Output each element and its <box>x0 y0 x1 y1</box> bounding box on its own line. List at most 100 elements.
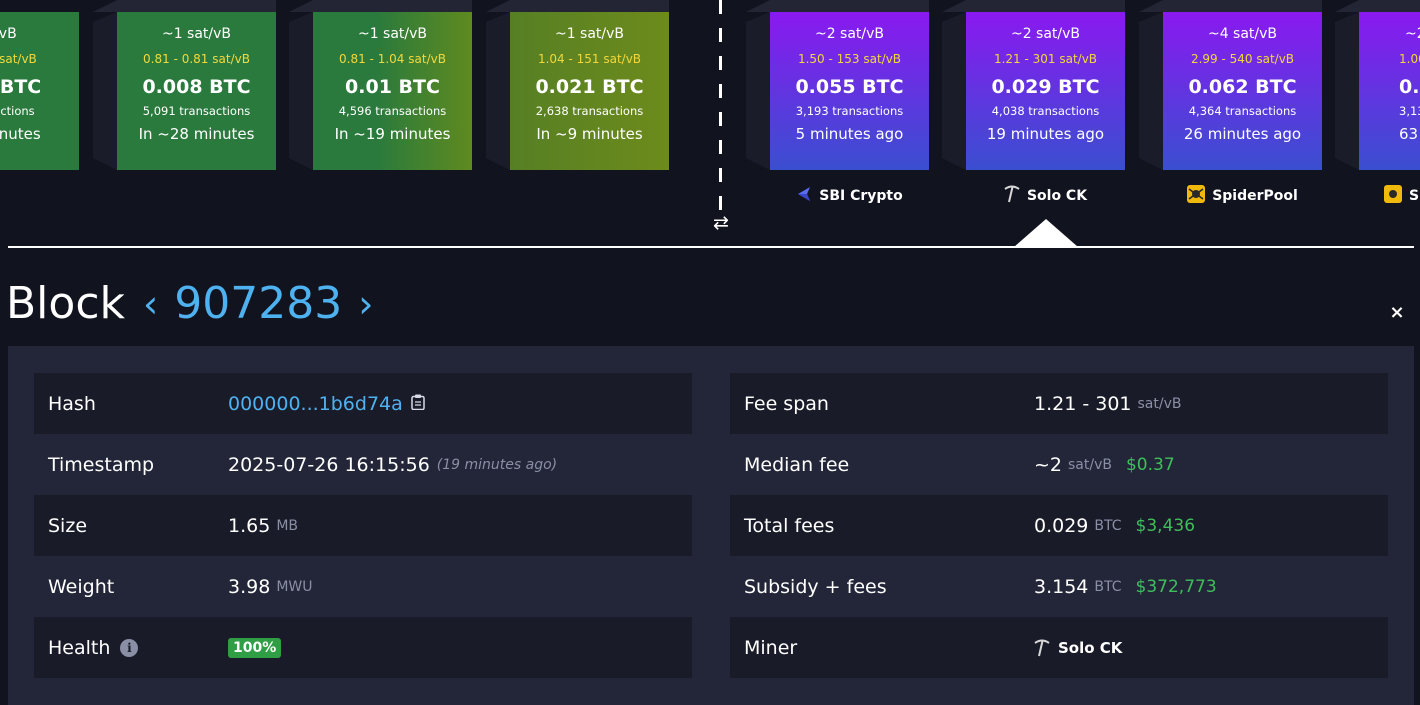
sbi-crypto-icon <box>796 186 812 206</box>
block-hash-link[interactable]: 000000...1b6d74a <box>228 393 403 415</box>
mining-pool-sbi-crypto[interactable]: SBI Crypto <box>770 185 929 207</box>
block-total-size: 0.0 <box>1399 76 1420 98</box>
total-fees-value: 0.029 <box>1034 514 1089 537</box>
block-total-size: 0.021 BTC <box>535 76 644 98</box>
mempool-divider <box>719 0 722 210</box>
block-face: ~1 sat/vB 0.81 - 1.04 sat/vB 0.01 BTC 4,… <box>313 12 472 170</box>
weight-unit: MWU <box>276 578 313 595</box>
mining-pool-solo-ck[interactable]: Solo CK <box>966 185 1125 207</box>
block-age: 63 mi <box>1399 125 1420 143</box>
block-median-fee: ~2 sat/vB <box>1010 26 1081 42</box>
detail-row-hash: Hash 000000...1b6d74a <box>34 373 692 434</box>
close-icon[interactable]: × <box>1386 302 1408 323</box>
detail-label: Hash <box>48 392 96 415</box>
block-face: ~2 sat/vB 1.50 - 153 sat/vB 0.055 BTC 3,… <box>770 12 929 170</box>
detail-value: 3.154 BTC $372,773 <box>1034 576 1217 598</box>
next-block-icon[interactable]: › <box>358 276 373 332</box>
page-title-word: Block <box>6 278 126 329</box>
miner-name[interactable]: Solo CK <box>1058 639 1122 657</box>
mined-block-selected[interactable]: ~2 sat/vB 1.21 - 301 sat/vB 0.029 BTC 4,… <box>942 0 1125 170</box>
block-eta: In ~19 minutes <box>334 125 451 143</box>
weight-value: 3.98 <box>228 575 271 598</box>
pool-name: SBI Crypto <box>819 188 903 204</box>
pickaxe-icon <box>1004 185 1020 207</box>
block-face: ~2 1.00 - 0.0 3,139 63 mi <box>1359 12 1420 170</box>
block-tx-count: 3,139 <box>1399 104 1420 118</box>
detail-value: 1.65 MB <box>228 515 298 537</box>
swap-direction-icon[interactable]: ⇄ <box>709 212 733 234</box>
detail-label: Timestamp <box>48 453 155 476</box>
block-top <box>1335 0 1420 12</box>
subsidy-fees-unit: BTC <box>1094 578 1122 595</box>
block-fee-range: 0.81 - 1.04 sat/vB <box>339 52 446 66</box>
detail-row-fee-span: Fee span 1.21 - 301 sat/vB <box>730 373 1388 434</box>
mining-pool-partial[interactable]: S <box>1384 185 1420 207</box>
details-left-column: Hash 000000...1b6d74a Timestamp 2025-07-… <box>34 373 692 678</box>
spiderpool-icon <box>1384 185 1402 207</box>
detail-label: Miner <box>744 636 798 659</box>
info-icon[interactable]: i <box>120 638 139 657</box>
pending-block[interactable]: ~1 sat/vB 0.81 - 1.04 sat/vB 0.01 BTC 4,… <box>289 0 472 170</box>
block-median-fee: at/vB <box>0 26 17 42</box>
spiderpool-icon <box>1187 185 1206 207</box>
pending-block[interactable]: ~1 sat/vB 1.04 - 151 sat/vB 0.021 BTC 2,… <box>486 0 669 170</box>
block-face: ~2 sat/vB 1.21 - 301 sat/vB 0.029 BTC 4,… <box>966 12 1125 170</box>
health-badge: 100% <box>228 637 282 658</box>
block-total-size: 0.029 BTC <box>991 76 1100 98</box>
block-face: at/vB 81 sat/vB 3 BTC nsactions minutes <box>0 12 79 170</box>
block-tx-count: 4,364 transactions <box>1188 104 1297 118</box>
block-fee-range: 0.81 - 0.81 sat/vB <box>143 52 250 66</box>
timestamp-relative: (19 minutes ago) <box>436 456 558 473</box>
median-fee-unit: sat/vB <box>1068 456 1112 473</box>
detail-value[interactable]: Solo CK <box>1034 639 1122 657</box>
detail-label: Fee span <box>744 392 829 415</box>
detail-row-median-fee: Median fee ~2 sat/vB $0.37 <box>730 434 1388 495</box>
mining-pool-spiderpool[interactable]: SpiderPool <box>1163 185 1322 207</box>
block-side <box>942 12 966 170</box>
mined-block[interactable]: ~2 sat/vB 1.50 - 153 sat/vB 0.055 BTC 3,… <box>746 0 929 170</box>
detail-label: Total fees <box>744 514 835 537</box>
block-fee-range: 1.50 - 153 sat/vB <box>797 52 902 66</box>
block-tx-count: 4,038 transactions <box>991 104 1100 118</box>
timestamp-value: 2025-07-26 16:15:56 <box>228 453 430 476</box>
block-side <box>746 12 770 170</box>
detail-row-weight: Weight 3.98 MWU <box>34 556 692 617</box>
block-age: 5 minutes ago <box>795 125 904 143</box>
subsidy-fees-value: 3.154 <box>1034 575 1089 598</box>
median-fee-fiat: $0.37 <box>1125 454 1175 475</box>
detail-label: Weight <box>48 575 115 598</box>
block-side <box>289 12 313 170</box>
detail-row-health: Health i 100% <box>34 617 692 678</box>
copy-icon[interactable] <box>411 394 425 414</box>
block-top <box>289 0 472 12</box>
detail-row-miner: Miner Solo CK <box>730 617 1388 678</box>
previous-block-icon[interactable]: ‹ <box>143 276 158 332</box>
detail-value: 3.98 MWU <box>228 576 312 598</box>
mined-block[interactable]: ~4 sat/vB 2.99 - 540 sat/vB 0.062 BTC 4,… <box>1139 0 1322 170</box>
block-median-fee: ~2 sat/vB <box>814 26 885 42</box>
block-median-fee: ~1 sat/vB <box>554 26 625 42</box>
blockchain-strip: at/vB 81 sat/vB 3 BTC nsactions minutes … <box>0 0 1420 248</box>
block-side <box>1335 12 1359 170</box>
block-fee-range: 1.00 - <box>1399 52 1420 66</box>
pending-block-partial[interactable]: at/vB 81 sat/vB 3 BTC nsactions minutes <box>0 12 79 170</box>
pending-block[interactable]: ~1 sat/vB 0.81 - 0.81 sat/vB 0.008 BTC 5… <box>93 0 276 170</box>
block-face: ~4 sat/vB 2.99 - 540 sat/vB 0.062 BTC 4,… <box>1163 12 1322 170</box>
block-side <box>486 12 510 170</box>
pool-name: Solo CK <box>1026 188 1088 204</box>
block-fee-range: 81 sat/vB <box>0 52 37 66</box>
detail-label: Median fee <box>744 453 850 476</box>
block-median-fee: ~1 sat/vB <box>161 26 232 42</box>
detail-row-total-fees: Total fees 0.029 BTC $3,436 <box>730 495 1388 556</box>
block-fee-range: 2.99 - 540 sat/vB <box>1190 52 1295 66</box>
fee-span-value: 1.21 - 301 <box>1034 392 1132 415</box>
detail-value: 0.029 BTC $3,436 <box>1034 515 1195 537</box>
block-side <box>93 12 117 170</box>
mined-block-partial[interactable]: ~2 1.00 - 0.0 3,139 63 mi <box>1335 0 1420 170</box>
block-top <box>942 0 1125 12</box>
block-height[interactable]: 907283 <box>174 276 342 332</box>
detail-row-subsidy-fees: Subsidy + fees 3.154 BTC $372,773 <box>730 556 1388 617</box>
detail-value: 2025-07-26 16:15:56 (19 minutes ago) <box>228 454 557 476</box>
block-explorer-page: at/vB 81 sat/vB 3 BTC nsactions minutes … <box>0 0 1420 705</box>
total-fees-fiat: $3,436 <box>1135 515 1196 536</box>
